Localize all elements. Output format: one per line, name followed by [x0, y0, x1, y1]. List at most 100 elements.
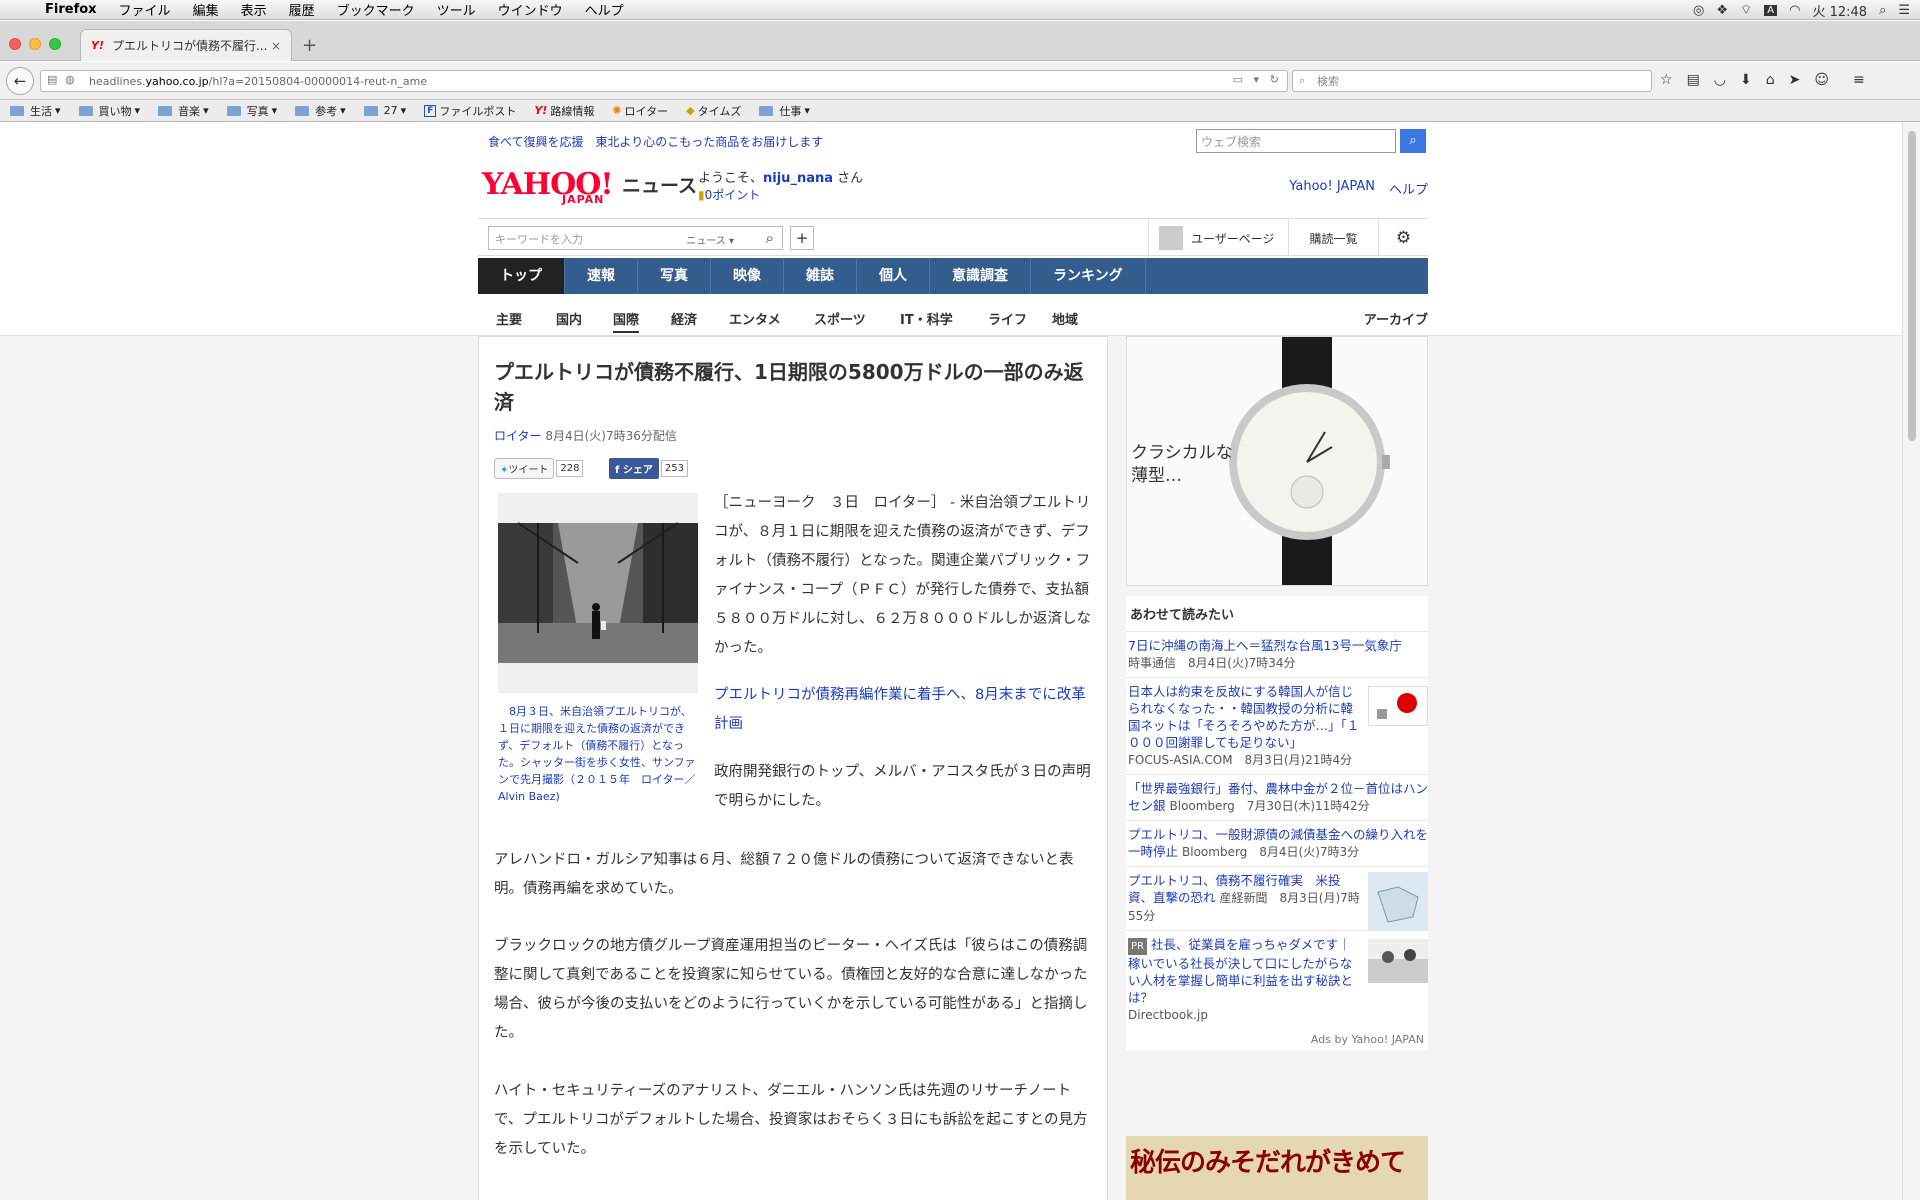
news-logo[interactable]: ニュース — [622, 171, 697, 198]
minimize-window-button[interactable] — [29, 38, 41, 50]
keyword-search-icon[interactable]: ⌕ — [766, 229, 774, 247]
menu-help[interactable]: ヘルプ — [574, 0, 635, 19]
promo-link[interactable]: 食べて復興を応援 東北より心のこもった商品をお届けします — [488, 133, 823, 150]
nav-individual[interactable]: 個人 — [857, 258, 930, 294]
url-bar[interactable]: ▤ ◍ headlines. yahoo.co.jp/hl?a=20150804-… — [40, 70, 1288, 92]
related-item[interactable]: プエルトリコ、債務不履行確実 米投資、直撃の恐れ 産経新聞 8月3日(月)7時5… — [1126, 866, 1428, 930]
menu-edit[interactable]: 編集 — [182, 0, 230, 19]
reader-view-icon[interactable]: ▭ — [1233, 73, 1243, 86]
article-photo[interactable] — [498, 493, 698, 693]
nav-video[interactable]: 映像 — [711, 258, 784, 294]
bookmark-times[interactable]: ◆ タイムズ — [686, 103, 741, 119]
app-menu[interactable]: Firefox — [34, 2, 108, 17]
subnav-economy[interactable]: 経済 — [671, 309, 697, 328]
subnav-main[interactable]: 主要 — [496, 309, 522, 328]
hamburger-menu-icon[interactable]: ≡ — [1853, 72, 1865, 88]
help-link[interactable]: ヘルプ — [1389, 179, 1428, 198]
bookmark-folder-life[interactable]: 生活 ▾ — [10, 103, 61, 119]
browser-search-bar[interactable]: ⌕ 検索 — [1292, 70, 1652, 92]
menu-bookmarks[interactable]: ブックマーク — [326, 0, 426, 19]
bookmark-route-info[interactable]: Y! 路線情報 — [534, 103, 594, 119]
menu-file[interactable]: ファイル — [108, 0, 182, 19]
new-tab-button[interactable]: + — [302, 35, 317, 56]
scrollbar-thumb[interactable] — [1908, 131, 1916, 441]
keyword-search-input[interactable]: キーワードを入力 ニュース ▾ ⌕ — [488, 226, 783, 250]
spotlight-icon[interactable]: ⌕ — [1879, 3, 1886, 18]
home-icon[interactable]: ⌂ — [1766, 72, 1775, 88]
dropbox-icon[interactable]: ❖ — [1716, 3, 1728, 18]
points-link[interactable]: ▮0ポイント — [698, 186, 760, 203]
menu-view[interactable]: 表示 — [230, 0, 278, 19]
share-icon[interactable]: ➤ — [1789, 72, 1801, 88]
related-item-title[interactable]: 7日に沖縄の南海上へ＝猛烈な台風13号一気象庁 — [1128, 638, 1402, 653]
related-item[interactable]: 日本人は約束を反故にする韓国人が信じられなくなった・・韓国教授の分析に韓国ネット… — [1126, 677, 1428, 774]
nav-survey[interactable]: 意識調査 — [930, 258, 1031, 294]
chat-icon[interactable]: ☺ — [1814, 72, 1829, 88]
related-item-title[interactable]: 日本人は約束を反故にする韓国人が信じられなくなった・・韓国教授の分析に韓国ネット… — [1128, 684, 1359, 750]
subnav-region[interactable]: 地域 — [1052, 309, 1078, 328]
page-scrollbar[interactable] — [1902, 123, 1920, 1200]
web-search-button[interactable]: ⌕ — [1400, 129, 1426, 153]
subnav-international[interactable]: 国際 — [613, 309, 640, 333]
search-scope-select[interactable]: ニュース ▾ — [686, 232, 734, 247]
reading-list-icon[interactable]: ▤ — [1687, 72, 1700, 88]
notification-center-icon[interactable]: ☰ — [1898, 3, 1910, 18]
menu-history[interactable]: 履歴 — [278, 0, 326, 19]
wifi-status-icon[interactable]: ⌔ — [1740, 2, 1752, 18]
nav-ranking[interactable]: ランキング — [1031, 258, 1146, 294]
bookmark-star-icon[interactable]: ☆ — [1660, 72, 1673, 88]
add-button[interactable]: + — [790, 226, 814, 250]
bookmark-folder-work[interactable]: 仕事 ▾ — [759, 103, 810, 119]
related-item[interactable]: 「世界最強銀行」番付、農林中金が２位－首位はハンセン銀 Bloomberg 7月… — [1126, 774, 1428, 820]
bookmark-folder-27[interactable]: 27 ▾ — [363, 104, 406, 117]
creative-cloud-icon[interactable]: ◎ — [1693, 3, 1704, 18]
menu-tools[interactable]: ツール — [426, 0, 487, 19]
nav-breaking[interactable]: 速報 — [565, 258, 638, 294]
close-window-button[interactable] — [9, 38, 21, 50]
bookmark-filepost[interactable]: F ファイルポスト — [424, 103, 516, 119]
photo-caption[interactable]: 8月３日、米自治領プエルトリコが、１日に期限を迎えた債務の返済ができず、デフォル… — [498, 703, 698, 805]
user-page-link[interactable]: ユーザーページ — [1148, 219, 1286, 257]
watch-ad-banner[interactable]: クラシカルな 薄型… — [1126, 336, 1428, 586]
menu-window[interactable]: ウインドウ — [487, 0, 574, 19]
subnav-domestic[interactable]: 国内 — [556, 309, 582, 328]
bookmark-folder-photos[interactable]: 写真 ▾ — [226, 103, 277, 119]
pr-item[interactable]: PR 社長、従業員を雇っちゃダメです｜稼いでいる社長が決して口にしたがらない人材を… — [1126, 930, 1428, 1029]
web-search-input[interactable]: ウェブ検索 — [1196, 129, 1396, 153]
subnav-it-science[interactable]: IT・科学 — [900, 309, 953, 328]
pr-thumbnail[interactable] — [1368, 939, 1428, 983]
bookmark-folder-music[interactable]: 音楽 ▾ — [158, 103, 209, 119]
download-icon[interactable]: ⬇ — [1740, 72, 1752, 88]
pocket-icon[interactable]: ◡ — [1714, 72, 1726, 88]
subnav-archive[interactable]: アーカイブ — [1364, 309, 1428, 328]
tab-active[interactable]: Y! プエルトリコが債務不履行... × — [80, 29, 292, 61]
nav-top[interactable]: トップ — [478, 258, 565, 294]
related-item[interactable]: 7日に沖縄の南海上へ＝猛烈な台風13号一気象庁 時事通信 8月4日(火)7時34… — [1126, 631, 1428, 677]
wifi-icon[interactable]: ◠ — [1789, 3, 1800, 18]
reload-icon[interactable]: ↻ — [1270, 73, 1279, 86]
related-item-thumbnail[interactable] — [1368, 686, 1428, 726]
subnav-life[interactable]: ライフ — [988, 309, 1027, 328]
related-item-thumbnail[interactable] — [1368, 872, 1428, 930]
tweet-button[interactable]: ✦ツイート — [494, 457, 555, 479]
back-button[interactable]: ← — [6, 67, 34, 95]
related-item[interactable]: プエルトリコ、一般財源債の減債基金への繰り入れを一時停止 Bloomberg 8… — [1126, 820, 1428, 866]
clock[interactable]: 火 12:48 — [1812, 1, 1867, 20]
dropdown-chevron-icon[interactable]: ▾ — [1253, 73, 1259, 86]
close-tab-icon[interactable]: × — [271, 39, 281, 53]
miso-ad-banner[interactable]: 秘伝のみそだれがきめて — [1126, 1136, 1428, 1200]
subnav-entertainment[interactable]: エンタメ — [729, 309, 781, 328]
subnav-sports[interactable]: スポーツ — [814, 309, 866, 328]
nav-photos[interactable]: 写真 — [638, 258, 711, 294]
bookmark-reuters[interactable]: ✺ ロイター — [612, 103, 668, 119]
settings-gear-icon[interactable]: ⚙ — [1378, 219, 1428, 257]
page-info-icon[interactable]: ▤ — [47, 73, 57, 86]
bookmark-folder-reference[interactable]: 参考 ▾ — [295, 103, 346, 119]
related-article-link[interactable]: プエルトリコが債務再編作業に着手へ、8月末までに改革計画 — [714, 681, 1099, 739]
pr-title[interactable]: 社長、従業員を雇っちゃダメです｜稼いでいる社長が決して口にしたがらない人材を掌握… — [1128, 937, 1353, 1005]
source-link[interactable]: ロイター — [494, 429, 542, 443]
username-link[interactable]: niju_nana — [763, 171, 833, 186]
yahoo-japan-link[interactable]: Yahoo! JAPAN — [1289, 179, 1375, 198]
facebook-share-button[interactable]: f シェア — [609, 457, 659, 479]
bookmark-folder-shopping[interactable]: 買い物 ▾ — [78, 103, 140, 119]
